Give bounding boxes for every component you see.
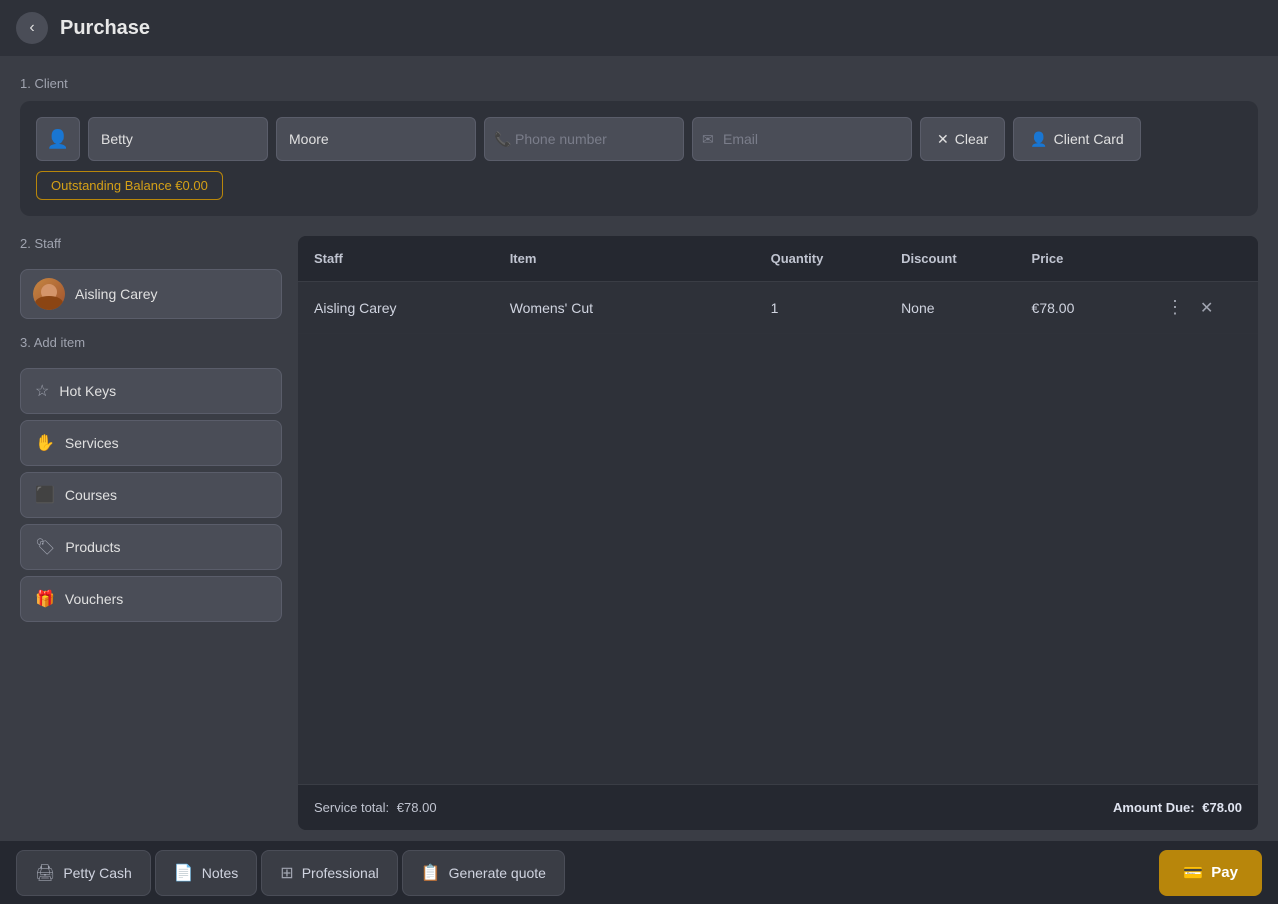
table-footer: Service total: €78.00 Amount Due: €78.00	[298, 784, 1258, 830]
table-header: Staff Item Quantity Discount Price	[298, 236, 1258, 282]
x-icon: ✕	[937, 131, 949, 148]
client-section: 1. Client 👤 📞 ✉ ✕ Clear	[20, 76, 1258, 216]
staff-avatar	[33, 278, 65, 310]
tag-icon: 🏷	[35, 537, 55, 557]
vouchers-button[interactable]: 🎁 Vouchers	[20, 576, 282, 622]
courses-icon: ⬛	[35, 485, 55, 505]
gift-icon: 🎁	[35, 589, 55, 609]
add-item-buttons: ☆ Hot Keys ✋ Services ⬛ Courses 🏷 Produc…	[20, 368, 282, 622]
hot-keys-button[interactable]: ☆ Hot Keys	[20, 368, 282, 414]
row-staff: Aisling Carey	[314, 300, 510, 316]
client-section-label: 1. Client	[20, 76, 1258, 91]
grid-icon: ⊞	[280, 863, 293, 883]
col-price: Price	[1032, 251, 1162, 266]
phone-field-wrapper: 📞	[484, 117, 684, 161]
email-field-wrapper: ✉	[692, 117, 912, 161]
services-button[interactable]: ✋ Services	[20, 420, 282, 466]
courses-button[interactable]: ⬛ Courses	[20, 472, 282, 518]
client-icon-button[interactable]: 👤	[36, 117, 80, 161]
staff-name: Aisling Carey	[75, 286, 157, 302]
row-more-button[interactable]: ⋮	[1162, 293, 1188, 322]
table-body: Aisling Carey Womens' Cut 1 None €78.00 …	[298, 282, 1258, 784]
notes-button[interactable]: 📄 Notes	[155, 850, 258, 896]
col-staff: Staff	[314, 251, 510, 266]
generate-quote-button[interactable]: 📋 Generate quote	[402, 850, 565, 896]
last-name-input[interactable]	[276, 117, 476, 161]
pay-icon: 💳	[1183, 863, 1203, 883]
page-title: Purchase	[60, 17, 150, 40]
row-quantity: 1	[771, 300, 901, 316]
col-quantity: Quantity	[771, 251, 901, 266]
col-item: Item	[510, 251, 771, 266]
client-card-button[interactable]: 👤 Client Card	[1013, 117, 1140, 161]
header: ‹ Purchase	[0, 0, 1278, 56]
document-icon: 📄	[174, 863, 194, 883]
staff-items-row: 2. Staff Aisling Carey 3. Add item ☆ Hot…	[20, 236, 1258, 830]
first-name-input[interactable]	[88, 117, 268, 161]
petty-cash-button[interactable]: 🖨 Petty Cash	[16, 850, 151, 896]
main-content: 1. Client 👤 📞 ✉ ✕ Clear	[0, 56, 1278, 840]
service-total: Service total: €78.00	[314, 800, 437, 815]
person-icon: 👤	[47, 129, 69, 150]
printer-icon: 🖨	[35, 863, 55, 883]
row-price: €78.00	[1032, 300, 1162, 316]
clipboard-icon: 📋	[421, 863, 441, 883]
row-item: Womens' Cut	[510, 300, 771, 316]
star-icon: ☆	[35, 381, 49, 401]
professional-button[interactable]: ⊞ Professional	[261, 850, 397, 896]
phone-icon: 📞	[494, 131, 511, 148]
bottom-bar: 🖨 Petty Cash 📄 Notes ⊞ Professional 📋 Ge…	[0, 840, 1278, 904]
email-icon: ✉	[702, 131, 714, 148]
card-icon: 👤	[1030, 131, 1047, 148]
outstanding-balance-button[interactable]: Outstanding Balance €0.00	[36, 171, 223, 200]
avatar-image	[33, 278, 65, 310]
email-input[interactable]	[692, 117, 912, 161]
row-discount: None	[901, 300, 1031, 316]
hand-icon: ✋	[35, 433, 55, 453]
left-panel: 2. Staff Aisling Carey 3. Add item ☆ Hot…	[20, 236, 282, 830]
staff-section-label: 2. Staff	[20, 236, 282, 251]
table-row: Aisling Carey Womens' Cut 1 None €78.00 …	[298, 282, 1258, 334]
purchase-table: Staff Item Quantity Discount Price Aisli…	[298, 236, 1258, 830]
col-discount: Discount	[901, 251, 1031, 266]
add-item-section-label: 3. Add item	[20, 335, 282, 350]
row-actions: ⋮ ✕	[1162, 293, 1242, 322]
back-button[interactable]: ‹	[16, 12, 48, 44]
amount-due: Amount Due: €78.00	[1113, 800, 1242, 815]
products-button[interactable]: 🏷 Products	[20, 524, 282, 570]
staff-selector-button[interactable]: Aisling Carey	[20, 269, 282, 319]
clear-button[interactable]: ✕ Clear	[920, 117, 1005, 161]
bottom-bar-left: 🖨 Petty Cash 📄 Notes ⊞ Professional 📋 Ge…	[16, 850, 1159, 896]
phone-input[interactable]	[484, 117, 684, 161]
right-panel: Staff Item Quantity Discount Price Aisli…	[298, 236, 1258, 830]
pay-button[interactable]: 💳 Pay	[1159, 850, 1262, 896]
row-remove-button[interactable]: ✕	[1196, 294, 1217, 322]
